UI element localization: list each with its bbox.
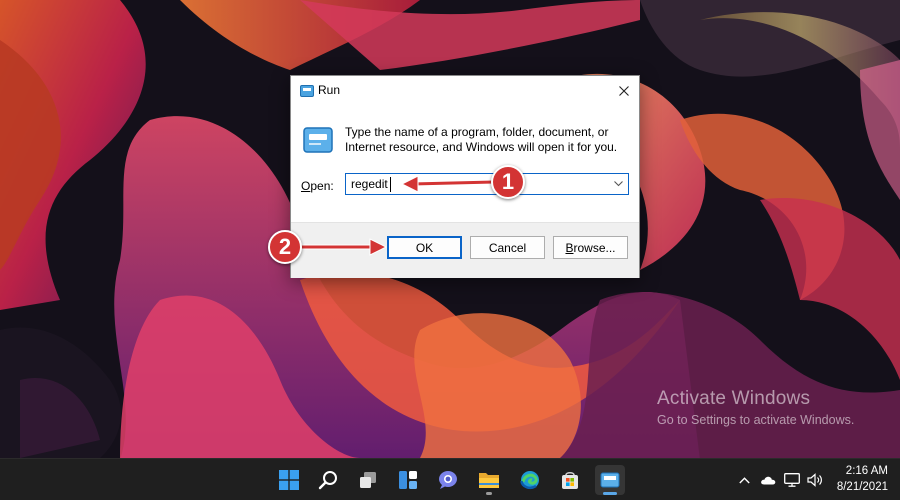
open-label-text: pen:: [310, 179, 334, 193]
step-2-badge: 2: [268, 230, 302, 264]
open-label: Open:: [301, 179, 334, 193]
dialog-title-bar[interactable]: Run: [291, 76, 639, 106]
open-label-mnemonic: O: [301, 179, 311, 193]
dialog-title: Run: [318, 83, 341, 97]
search-icon: [318, 471, 337, 490]
start-button[interactable]: [274, 465, 304, 495]
dialog-content: Type the name of a program, folder, docu…: [291, 106, 639, 236]
run-app-icon: [600, 472, 620, 488]
edge-icon: [520, 471, 539, 490]
clock-date: 8/21/2021: [836, 481, 888, 493]
watermark-subtitle: Go to Settings to activate Windows.: [657, 413, 855, 427]
chevron-down-icon: [613, 181, 623, 187]
run-dialog: Run Type the name of a program, folder, …: [290, 75, 640, 278]
close-icon: [619, 86, 629, 96]
text-caret: [390, 177, 391, 192]
ok-button[interactable]: OK: [387, 236, 462, 259]
onedrive-cloud-icon: [761, 476, 776, 485]
windows-start-icon: [279, 470, 299, 490]
browse-label-text: rowse...: [573, 240, 616, 255]
run-taskbar-button[interactable]: [595, 465, 625, 495]
activate-windows-watermark: Activate Windows Go to Settings to activ…: [657, 388, 854, 427]
dialog-description: Type the name of a program, folder, docu…: [345, 125, 618, 154]
volume-icon: [807, 473, 822, 487]
system-clock[interactable]: 2:16 AM 8/21/2021: [837, 463, 888, 495]
browse-mnemonic: B: [565, 240, 574, 255]
file-explorer-icon: [479, 473, 499, 488]
chevron-up-icon: [738, 476, 750, 483]
step-1-badge: 1: [491, 165, 525, 199]
widgets-icon: [399, 471, 417, 489]
close-button[interactable]: [611, 78, 637, 104]
watermark-title: Activate Windows: [657, 388, 811, 409]
search-button[interactable]: [313, 465, 343, 495]
onedrive-button[interactable]: [757, 459, 779, 500]
file-explorer-button[interactable]: [474, 465, 504, 495]
widgets-button[interactable]: [393, 465, 423, 495]
open-app-indicator: [486, 492, 492, 495]
show-hidden-icons-button[interactable]: [734, 459, 754, 500]
store-button[interactable]: [555, 465, 585, 495]
chat-button[interactable]: [433, 465, 463, 495]
network-icon: [784, 473, 800, 487]
volume-button[interactable]: [804, 459, 826, 500]
active-app-indicator: [603, 492, 617, 495]
run-program-icon: [303, 127, 333, 153]
task-view-button[interactable]: [353, 465, 383, 495]
taskbar: 2:16 AM 8/21/2021: [0, 458, 900, 500]
teams-chat-icon: [439, 471, 457, 489]
cancel-button[interactable]: Cancel: [470, 236, 545, 259]
open-combobox[interactable]: regedit: [345, 173, 629, 195]
clock-time: 2:16 AM: [845, 465, 888, 477]
run-app-icon: [300, 84, 314, 97]
dropdown-button[interactable]: [610, 174, 626, 194]
network-button[interactable]: [781, 459, 803, 500]
edge-button[interactable]: [515, 465, 545, 495]
browse-button[interactable]: Browse...: [553, 236, 628, 259]
task-view-icon: [360, 472, 376, 488]
open-input-value: regedit: [351, 177, 388, 191]
microsoft-store-icon: [562, 472, 578, 489]
dialog-button-row: OK Cancel Browse...: [291, 222, 639, 278]
